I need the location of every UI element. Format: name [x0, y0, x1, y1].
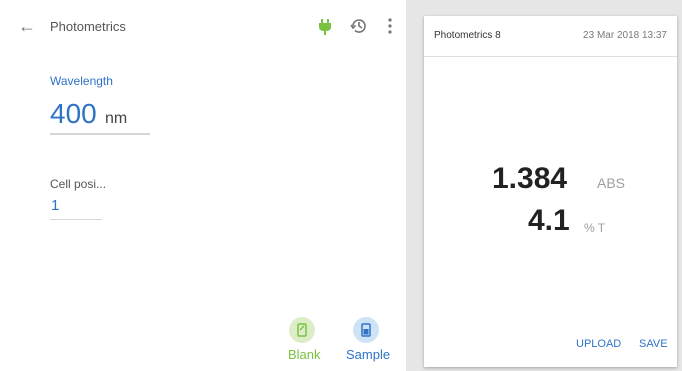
absorbance-value: 1.384 — [492, 162, 568, 195]
top-bar: ← Photometrics — [0, 0, 406, 52]
more-vert-icon[interactable] — [387, 17, 393, 35]
cell-position-underline — [50, 219, 102, 220]
result-card-header: Photometrics 8 23 Mar 2018 13:37 — [424, 16, 677, 57]
absorbance-unit: ABS — [597, 175, 626, 191]
history-icon[interactable] — [350, 17, 368, 35]
result-date: 23 Mar 2018 13:37 — [583, 30, 667, 41]
save-button[interactable]: SAVE — [639, 338, 668, 350]
result-title: Photometrics 8 — [434, 30, 501, 41]
result-card: Photometrics 8 23 Mar 2018 13:37 1.384 A… — [424, 16, 677, 367]
transmittance-value: 4.1 — [528, 204, 570, 237]
arrow-left-icon[interactable]: ← — [18, 16, 38, 36]
sample-cuvette-icon[interactable] — [353, 317, 379, 343]
cell-position-value[interactable]: 1 — [51, 197, 59, 214]
wavelength-unit: nm — [105, 110, 128, 127]
wavelength-underline — [50, 133, 150, 135]
method-panel: ← Photometrics Wavelength 400 nm Cell po… — [0, 0, 406, 371]
plug-icon[interactable] — [318, 19, 332, 35]
wavelength-value[interactable]: 400 — [50, 98, 97, 130]
sample-button[interactable]: Sample — [346, 347, 390, 362]
blank-button[interactable]: Blank — [288, 347, 321, 362]
blank-cuvette-icon[interactable] — [289, 317, 315, 343]
transmittance-unit: % T — [584, 221, 606, 235]
wavelength-label: Wavelength — [50, 74, 113, 88]
upload-button[interactable]: UPLOAD — [576, 338, 621, 350]
cell-position-label: Cell posi... — [50, 177, 107, 191]
page-title: Photometrics — [50, 19, 126, 34]
